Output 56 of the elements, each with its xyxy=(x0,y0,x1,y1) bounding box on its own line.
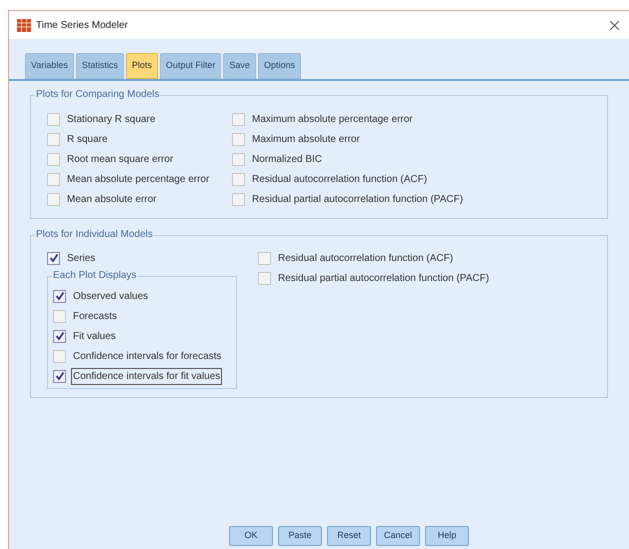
check-icon xyxy=(54,291,64,301)
tab[interactable]: Options xyxy=(258,53,301,79)
dialog-button[interactable]: Cancel xyxy=(376,526,420,546)
checkbox-label: Mean absolute percentage error xyxy=(66,172,210,186)
close-icon[interactable] xyxy=(610,20,619,30)
tab[interactable]: Save xyxy=(223,53,256,79)
checkbox-label: R square xyxy=(66,132,109,146)
checkbox-label: Series xyxy=(66,252,96,266)
checkbox[interactable] xyxy=(232,172,245,186)
checkbox[interactable] xyxy=(47,152,60,166)
check-icon xyxy=(54,331,64,341)
check-icon xyxy=(48,253,58,263)
checkbox[interactable] xyxy=(47,252,60,264)
checkbox[interactable] xyxy=(258,252,271,264)
checkbox[interactable] xyxy=(232,192,245,206)
checkbox-label: Maximum absolute error xyxy=(251,132,361,146)
group-title: Each Plot Displays xyxy=(52,270,138,282)
checkbox-label: Observed values xyxy=(72,290,150,304)
checkbox[interactable] xyxy=(53,310,66,322)
tab[interactable]: Statistics xyxy=(76,53,124,79)
checkbox[interactable] xyxy=(47,132,60,146)
dialog-button[interactable]: Paste xyxy=(278,526,322,546)
checkbox-label: Confidence intervals for forecasts xyxy=(72,350,222,364)
checkbox-label: Stationary R square xyxy=(66,112,156,126)
dialog-button[interactable]: Reset xyxy=(327,526,371,546)
checkbox-label: Residual autocorrelation function (ACF) xyxy=(277,252,454,266)
dialog-button[interactable]: Help xyxy=(425,526,469,546)
check-icon xyxy=(54,371,64,381)
tab[interactable]: Output Filter xyxy=(160,53,222,79)
app-icon xyxy=(17,18,31,32)
checkbox-label: Maximum absolute percentage error xyxy=(251,112,414,126)
checkbox[interactable] xyxy=(232,152,245,166)
checkbox[interactable] xyxy=(258,272,271,284)
checkbox-label: Residual partial autocorrelation function (PACF) xyxy=(251,192,464,206)
checkbox-label: Normalized BIC xyxy=(251,152,324,166)
tab[interactable]: Plots xyxy=(126,53,158,79)
checkbox-label: Residual partial autocorrelation function (PACF) xyxy=(277,272,490,286)
checkbox[interactable] xyxy=(53,370,66,382)
checkbox[interactable] xyxy=(47,192,60,206)
checkbox[interactable] xyxy=(53,290,66,302)
dialog-button[interactable]: OK xyxy=(229,526,273,546)
checkbox-label: Root mean square error xyxy=(66,152,174,166)
checkbox[interactable] xyxy=(53,330,66,342)
tab[interactable]: Variables xyxy=(25,53,74,79)
checkbox-label: Mean absolute error xyxy=(66,192,158,206)
checkbox[interactable] xyxy=(47,172,60,186)
checkbox-label: Forecasts xyxy=(72,310,118,324)
checkbox[interactable] xyxy=(232,132,245,146)
checkbox-label: Fit values xyxy=(72,330,117,344)
group-title: Plots for Comparing Models xyxy=(35,89,160,101)
checkbox[interactable] xyxy=(47,112,60,126)
window-title: Time Series Modeler xyxy=(36,18,128,32)
checkbox[interactable] xyxy=(53,350,66,362)
checkbox-label: Residual autocorrelation function (ACF) xyxy=(251,172,428,186)
checkbox-label: Confidence intervals for fit values xyxy=(71,368,222,384)
checkbox[interactable] xyxy=(232,112,245,126)
